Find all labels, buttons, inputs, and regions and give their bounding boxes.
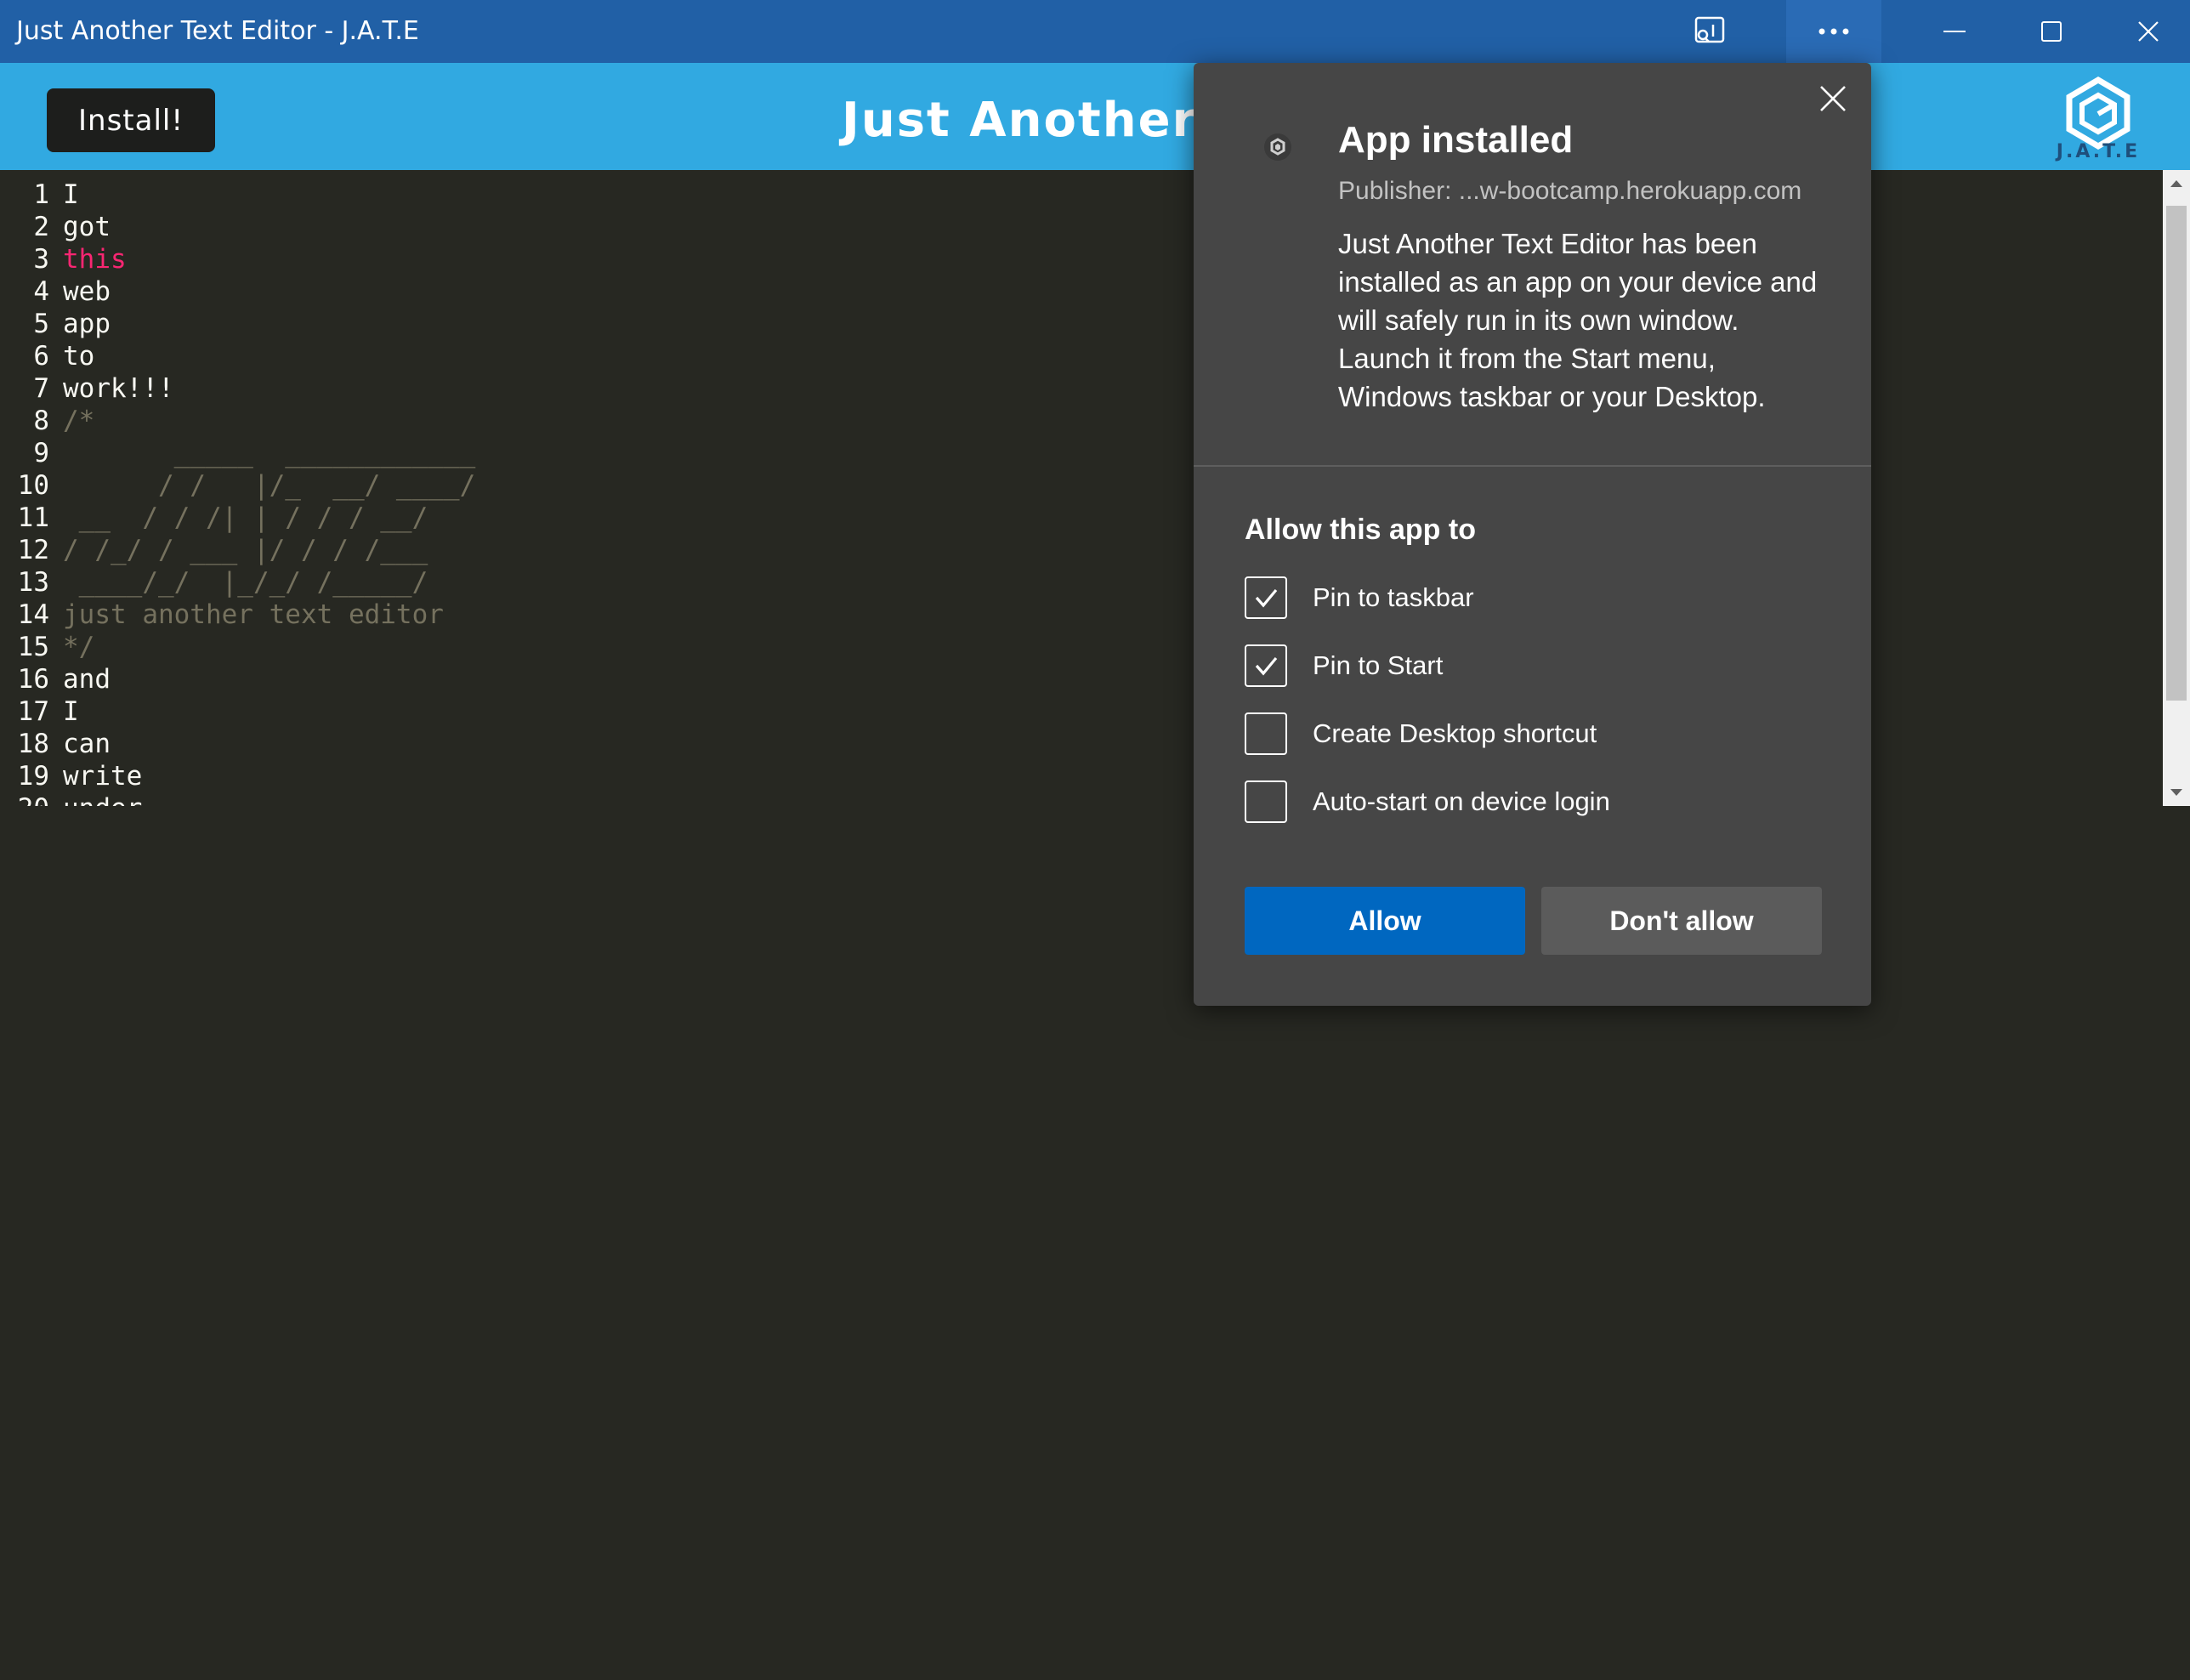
scroll-up-arrow-icon[interactable] xyxy=(2163,170,2190,197)
code-line[interactable]: 4 web xyxy=(0,275,1190,308)
line-number: 11 xyxy=(17,502,49,533)
close-icon xyxy=(1820,86,1846,111)
line-text: write xyxy=(63,761,143,792)
checkmark-icon xyxy=(1255,588,1278,608)
line-number: 9 xyxy=(33,438,49,468)
editor-scrollbar[interactable] xyxy=(2163,170,2190,806)
permission-label: Pin to taskbar xyxy=(1313,582,1474,612)
line-text: / / |/_ __/ ____/ xyxy=(63,470,476,501)
minimize-icon xyxy=(1943,31,1966,32)
popup-publisher: Publisher: ...w-bootcamp.herokuapp.com xyxy=(1338,177,1802,205)
code-line[interactable]: 8 /* xyxy=(0,405,1190,437)
line-text: this xyxy=(63,244,127,275)
line-text: ____/_/ |_/_/ /_____/ xyxy=(63,567,428,598)
code-line[interactable]: 19 write xyxy=(0,760,1190,792)
code-line[interactable]: 2 got xyxy=(0,211,1190,243)
line-number: 8 xyxy=(33,406,49,436)
code-line[interactable]: 12 / /_/ / ___ |/ / / /___ xyxy=(0,534,1190,566)
line-number: 10 xyxy=(17,470,49,501)
line-text: work!!! xyxy=(63,373,174,404)
dont-allow-button[interactable]: Don't allow xyxy=(1541,887,1822,955)
line-text: app xyxy=(63,309,111,339)
line-text: can xyxy=(63,729,111,759)
line-text: I xyxy=(63,696,79,727)
code-line[interactable]: 11 __ / / /| | / / / __/ xyxy=(0,502,1190,534)
permission-checkbox[interactable] xyxy=(1245,712,1287,755)
line-text: _____ ____________ xyxy=(63,438,476,468)
logo-text: J.A.T.E xyxy=(2056,141,2141,162)
line-text: got xyxy=(63,212,111,242)
popup-title: App installed xyxy=(1338,119,1574,161)
popup-divider xyxy=(1194,465,1871,467)
permission-label: Auto-start on device login xyxy=(1313,786,1610,816)
line-text: __ / / /| | / / / __/ xyxy=(63,502,428,533)
code-line[interactable]: 1I xyxy=(0,179,1190,211)
window-title: Just Another Text Editor - J.A.T.E xyxy=(16,16,419,46)
line-number: 6 xyxy=(33,341,49,372)
scroll-down-arrow-icon[interactable] xyxy=(2163,779,2190,806)
line-text: and xyxy=(63,664,111,695)
code-line[interactable]: 14 just another text editor xyxy=(0,599,1190,631)
line-number: 3 xyxy=(33,244,49,275)
close-window-button[interactable] xyxy=(2101,0,2190,63)
code-line[interactable]: 6 to xyxy=(0,340,1190,372)
allow-button[interactable]: Allow xyxy=(1245,887,1525,955)
code-line[interactable]: 15 */ xyxy=(0,631,1190,663)
close-icon xyxy=(2138,21,2159,42)
app-installed-popup: App installed Publisher: ...w-bootcamp.h… xyxy=(1194,63,1871,1006)
line-number: 12 xyxy=(17,535,49,565)
code-line[interactable]: 5 app xyxy=(0,308,1190,340)
permission-checkbox[interactable] xyxy=(1245,780,1287,823)
line-text: web xyxy=(63,276,111,307)
minimize-button[interactable] xyxy=(1907,0,2002,63)
code-line[interactable]: 18 can xyxy=(0,728,1190,760)
code-line[interactable]: 20 under xyxy=(0,792,1190,806)
line-text: under xyxy=(63,792,142,806)
line-number: 14 xyxy=(17,599,49,630)
app-available-icon-glyph xyxy=(1694,16,1725,43)
app-icon xyxy=(1264,133,1291,161)
line-number: 13 xyxy=(17,567,49,598)
line-text: just another text editor xyxy=(63,599,444,630)
maximize-button[interactable] xyxy=(2004,0,2099,63)
popup-description: Just Another Text Editor has been instal… xyxy=(1338,228,1818,412)
line-number: 16 xyxy=(17,664,49,695)
code-line[interactable]: 16 and xyxy=(0,663,1190,695)
permission-checkbox[interactable] xyxy=(1245,576,1287,619)
line-number: 18 xyxy=(17,729,49,759)
line-text: /* xyxy=(63,406,95,436)
line-number: 19 xyxy=(17,761,49,792)
line-number: 1 xyxy=(33,179,49,210)
code-line[interactable]: 13 ____/_/ |_/_/ /_____/ xyxy=(0,566,1190,599)
code-line[interactable]: 9 _____ ____________ xyxy=(0,437,1190,469)
line-number: 2 xyxy=(33,212,49,242)
ellipsis-icon xyxy=(1818,28,1849,35)
window-titlebar: Just Another Text Editor - J.A.T.E xyxy=(0,0,2190,63)
line-number: 15 xyxy=(17,632,49,662)
line-text: */ xyxy=(63,632,95,662)
maximize-icon xyxy=(2041,21,2062,42)
code-line[interactable]: 10 / / |/_ __/ ____/ xyxy=(0,469,1190,502)
allow-heading: Allow this app to xyxy=(1245,514,1476,546)
app-available-icon[interactable] xyxy=(1662,0,1757,63)
checkmark-icon xyxy=(1255,656,1278,676)
popup-close-button[interactable] xyxy=(1809,75,1857,122)
code-line[interactable]: 17 I xyxy=(0,695,1190,728)
line-number: 7 xyxy=(33,373,49,404)
code-line[interactable]: 3 this xyxy=(0,243,1190,275)
line-number: 5 xyxy=(33,309,49,339)
line-number: 20 xyxy=(0,792,49,806)
line-text: to xyxy=(63,341,95,372)
line-text: / /_/ / ___ |/ / / /___ xyxy=(63,535,428,565)
permission-checkbox[interactable] xyxy=(1245,644,1287,687)
scroll-thumb[interactable] xyxy=(2166,206,2187,701)
line-number: 4 xyxy=(33,276,49,307)
permission-label: Pin to Start xyxy=(1313,650,1444,680)
code-line[interactable]: 7 work!!! xyxy=(0,372,1190,405)
line-number: 17 xyxy=(17,696,49,727)
install-button[interactable]: Install! xyxy=(47,88,215,152)
line-text: I xyxy=(63,179,79,210)
more-options-button[interactable] xyxy=(1786,0,1881,63)
permission-label: Create Desktop shortcut xyxy=(1313,718,1597,748)
